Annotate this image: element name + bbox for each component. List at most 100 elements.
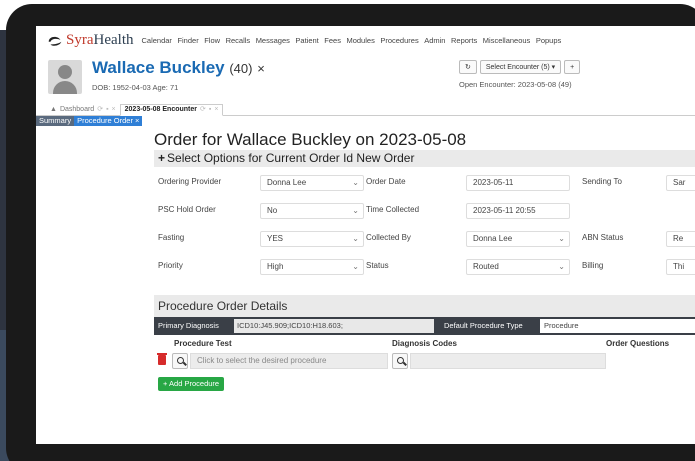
chevron-down-icon: ⌄ <box>352 206 359 215</box>
new-encounter-button[interactable]: + <box>564 60 581 74</box>
lock-icon[interactable]: ▪ <box>106 106 108 113</box>
primary-diagnosis-input[interactable]: ICD10:J45.909;ICD10:H18.603; <box>234 319 434 333</box>
patient-age: (40) <box>229 61 253 76</box>
brand-logo[interactable]: SyraHealth <box>66 32 133 49</box>
menu-reports[interactable]: Reports <box>451 36 477 45</box>
chevron-down-icon: ⌄ <box>352 178 359 187</box>
menu-recalls[interactable]: Recalls <box>226 36 251 45</box>
menu-popups[interactable]: Popups <box>536 36 561 45</box>
menu-modules[interactable]: Modules <box>346 36 374 45</box>
ordering-provider-select[interactable]: Donna Lee ⌄ <box>260 175 364 191</box>
menu-procedures[interactable]: Procedures <box>380 36 418 45</box>
lock-icon[interactable]: ▪ <box>209 106 211 113</box>
order-date-label: Order Date <box>366 177 406 186</box>
menu-fees[interactable]: Fees <box>324 36 341 45</box>
fasting-select[interactable]: YES ⌄ <box>260 231 364 247</box>
tab-encounter[interactable]: 2023-05-08 Encounter ⟳ ▪ × <box>119 104 224 116</box>
diagnosis-codes-input[interactable] <box>410 353 606 369</box>
section-options-header: + Select Options for Current Order Id New… <box>154 150 695 167</box>
priority-label: Priority <box>158 261 183 270</box>
form-row-3: Fasting YES ⌄ Collected By Donna Lee ⌄ ABN… <box>154 229 695 257</box>
billing-label: Billing <box>582 261 604 270</box>
default-type-select[interactable]: Procedure <box>540 319 695 333</box>
app-screen: SyraHealth Calendar Finder Flow Recalls … <box>36 26 695 444</box>
sending-to-label: Sending To <box>582 177 622 186</box>
column-procedure-test: Procedure Test <box>174 339 232 348</box>
menu-patient[interactable]: Patient <box>295 36 318 45</box>
procedure-search-button[interactable] <box>172 353 188 369</box>
diagnosis-search-button[interactable] <box>392 353 408 369</box>
patient-name[interactable]: Wallace Buckley <box>92 58 225 77</box>
syra-logo-icon <box>48 36 62 46</box>
close-patient-icon[interactable]: × <box>257 61 265 76</box>
abn-status-select[interactable]: Re <box>666 231 695 247</box>
time-collected-label: Time Collected <box>366 205 420 214</box>
psc-hold-label: PSC Hold Order <box>158 205 216 214</box>
patient-dob: DOB: 1952-04-03 Age: 71 <box>92 83 179 92</box>
abn-status-label: ABN Status <box>582 233 624 242</box>
chevron-down-icon: ⌄ <box>352 234 359 243</box>
section-details-header: Procedure Order Details <box>154 295 695 317</box>
menu-calendar[interactable]: Calendar <box>141 36 171 45</box>
subtab-summary[interactable]: Summary <box>36 116 75 126</box>
procedure-order-form: Order for Wallace Buckley on 2023-05-08 … <box>154 128 695 395</box>
chevron-down-icon: ⌄ <box>558 234 565 243</box>
chevron-down-icon: ⌄ <box>352 262 359 271</box>
priority-select[interactable]: High ⌄ <box>260 259 364 275</box>
refresh-icon[interactable]: ⟳ <box>200 105 206 113</box>
form-row-1: Ordering Provider Donna Lee ⌄ Order Date … <box>154 173 695 201</box>
billing-select[interactable]: Thi <box>666 259 695 275</box>
column-diagnosis-codes: Diagnosis Codes <box>392 339 457 348</box>
plus-icon: + <box>158 151 166 165</box>
menu-messages[interactable]: Messages <box>256 36 290 45</box>
default-type-label: Default Procedure Type <box>444 321 523 330</box>
tab-dashboard[interactable]: ▲ Dashboard ⟳ ▪ × <box>46 105 120 115</box>
trash-icon[interactable] <box>157 353 167 365</box>
sub-tab-bar: Summary Procedure Order × <box>36 116 695 126</box>
form-row-4: Priority High ⌄ Status Routed ⌄ Billing Th… <box>154 257 695 285</box>
menu-finder[interactable]: Finder <box>177 36 198 45</box>
select-encounter-button[interactable]: Select Encounter (5) ▾ <box>479 60 562 74</box>
chevron-down-icon: ⌄ <box>558 262 565 271</box>
close-tab-icon[interactable]: × <box>214 106 218 113</box>
encounter-controls: ↻ Select Encounter (5) ▾ + <box>459 60 581 74</box>
ordering-provider-label: Ordering Provider <box>158 177 222 186</box>
patient-header: Wallace Buckley (40) × DOB: 1952-04-03 A… <box>36 54 695 102</box>
sending-to-select[interactable]: Sar <box>666 175 695 191</box>
close-tab-icon[interactable]: × <box>112 106 116 113</box>
tab-bar: ▲ Dashboard ⟳ ▪ × 2023-05-08 Encounter ⟳… <box>36 102 695 116</box>
collected-by-select[interactable]: Donna Lee ⌄ <box>466 231 570 247</box>
order-date-input[interactable]: 2023-05-11 <box>466 175 570 191</box>
status-label: Status <box>366 261 389 270</box>
device-frame: SyraHealth Calendar Finder Flow Recalls … <box>6 4 695 461</box>
main-menu: Calendar Finder Flow Recalls Messages Pa… <box>141 35 564 45</box>
procedure-table-header: Procedure Test Diagnosis Codes Order Que… <box>154 335 695 351</box>
refresh-icon[interactable]: ⟳ <box>97 105 103 113</box>
search-icon <box>177 357 184 364</box>
column-order-questions: Order Questions <box>606 339 670 348</box>
add-procedure-row: + Add Procedure <box>154 373 695 395</box>
form-row-2: PSC Hold Order No ⌄ Time Collected 2023-0… <box>154 201 695 229</box>
psc-hold-select[interactable]: No ⌄ <box>260 203 364 219</box>
primary-diagnosis-label: Primary Diagnosis <box>158 321 219 330</box>
add-procedure-button[interactable]: + Add Procedure <box>158 377 225 391</box>
patient-name-row: Wallace Buckley (40) × <box>92 58 265 78</box>
menu-miscellaneous[interactable]: Miscellaneous <box>483 36 531 45</box>
procedure-input[interactable]: Click to select the desired procedure <box>190 353 388 369</box>
top-navbar: SyraHealth Calendar Finder Flow Recalls … <box>36 26 695 54</box>
diagnosis-bar: Primary Diagnosis ICD10:J45.909;ICD10:H1… <box>154 317 695 335</box>
menu-admin[interactable]: Admin <box>424 36 445 45</box>
history-icon[interactable]: ↻ <box>459 60 477 74</box>
caret-up-icon: ▲ <box>50 105 57 113</box>
fasting-label: Fasting <box>158 233 185 242</box>
page-title: Order for Wallace Buckley on 2023-05-08 <box>154 130 467 149</box>
time-collected-input[interactable]: 2023-05-11 20:55 <box>466 203 570 219</box>
status-select[interactable]: Routed ⌄ <box>466 259 570 275</box>
table-row: Click to select the desired procedure <box>154 351 695 373</box>
search-icon <box>397 357 404 364</box>
collected-by-label: Collected By <box>366 233 411 242</box>
subtab-procedure-order[interactable]: Procedure Order × <box>74 116 143 126</box>
menu-flow[interactable]: Flow <box>204 36 220 45</box>
patient-avatar <box>48 60 82 94</box>
open-encounter-text: Open Encounter: 2023-05-08 (49) <box>459 80 572 89</box>
